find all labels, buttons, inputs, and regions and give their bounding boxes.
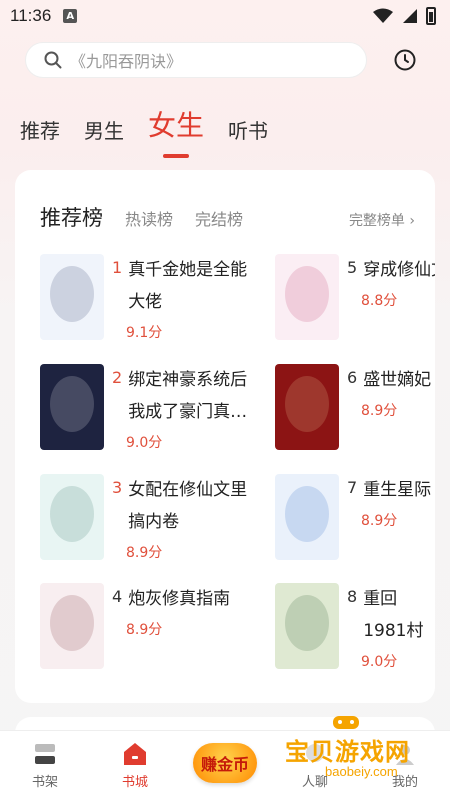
chat-icon bbox=[306, 744, 324, 762]
nav-mine-label: 我的 bbox=[391, 775, 418, 790]
cover-art bbox=[40, 364, 104, 450]
tab-audiobook[interactable]: 听书 bbox=[228, 115, 268, 144]
subtab-hot-read[interactable]: 热读榜 bbox=[125, 206, 173, 230]
book-rank: 2 bbox=[112, 368, 123, 387]
wifi-icon bbox=[373, 8, 393, 23]
book-score: 8.8分 bbox=[361, 293, 398, 309]
book-rank: 5 bbox=[347, 258, 358, 277]
book-title: 盛世嫡妃 bbox=[363, 370, 432, 390]
notification-a-icon: A bbox=[63, 9, 78, 23]
book-title: 绑定神豪系统后我成了豪门真… bbox=[128, 370, 248, 422]
clock-icon bbox=[394, 49, 416, 71]
search-icon bbox=[44, 51, 62, 69]
book-title: 穿成修仙文女配后 bbox=[363, 260, 435, 280]
cover-art bbox=[40, 583, 104, 669]
nav-bookshelf[interactable]: 书架 bbox=[10, 741, 80, 790]
ranking-card: 推荐榜 热读榜 完结榜 完整榜单 › 1 真千金她是全能大佬 9.1分 2 绑定神豪… bbox=[15, 170, 435, 703]
tab-recommend[interactable]: 推荐 bbox=[20, 115, 60, 144]
book-score: 8.9分 bbox=[361, 403, 398, 419]
cover-art bbox=[40, 474, 104, 560]
cover-art bbox=[275, 364, 339, 450]
book-title: 真千金她是全能大佬 bbox=[128, 260, 248, 312]
cover-art bbox=[275, 583, 339, 669]
book-item-8[interactable]: 8 重回1981村 9.0分 bbox=[275, 583, 435, 671]
book-item-1[interactable]: 1 真千金她是全能大佬 9.1分 bbox=[40, 254, 252, 342]
status-bar: 11:36 A bbox=[0, 0, 450, 32]
battery-icon bbox=[426, 7, 436, 25]
nav-bookstore-label: 书城 bbox=[121, 775, 148, 790]
cover-figure bbox=[50, 266, 94, 322]
book-score: 9.1分 bbox=[126, 325, 163, 341]
signal-icon bbox=[403, 9, 417, 23]
book-cover[interactable] bbox=[275, 583, 339, 669]
status-time: 11:36 bbox=[10, 6, 52, 25]
nav-mine[interactable]: 我的 bbox=[370, 741, 440, 790]
book-cover[interactable] bbox=[275, 474, 339, 560]
bookshelf-icon bbox=[35, 744, 55, 764]
book-rank: 4 bbox=[112, 587, 123, 606]
ranking-header: 推荐榜 热读榜 完结榜 完整榜单 › bbox=[40, 202, 415, 232]
cover-art bbox=[40, 254, 104, 340]
cover-figure bbox=[285, 486, 329, 542]
book-item-7[interactable]: 7 重生星际 8.9分 bbox=[275, 474, 435, 560]
cover-figure bbox=[50, 595, 94, 651]
book-cover[interactable] bbox=[40, 474, 104, 560]
earn-coins-button[interactable]: 赚金币 bbox=[193, 742, 257, 783]
category-tabs: 推荐 男生 女生 听书 bbox=[20, 104, 268, 144]
book-item-6[interactable]: 6 盛世嫡妃 8.9分 bbox=[275, 364, 435, 450]
home-icon bbox=[124, 743, 146, 765]
full-list-link[interactable]: 完整榜单 › bbox=[349, 210, 415, 230]
book-item-2[interactable]: 2 绑定神豪系统后我成了豪门真… 9.0分 bbox=[40, 364, 252, 452]
nav-chat[interactable]: 人聊 bbox=[280, 741, 350, 790]
book-rank: 1 bbox=[112, 258, 123, 277]
book-rank: 3 bbox=[112, 478, 123, 497]
book-cover[interactable] bbox=[40, 364, 104, 450]
book-cover[interactable] bbox=[40, 583, 104, 669]
cover-figure bbox=[50, 376, 94, 432]
cover-figure bbox=[285, 376, 329, 432]
book-score: 8.9分 bbox=[126, 622, 163, 638]
book-rank: 7 bbox=[347, 478, 358, 497]
book-title: 女配在修仙文里搞内卷 bbox=[128, 480, 248, 532]
book-score: 9.0分 bbox=[126, 435, 163, 451]
search-row: 《九阳吞阴诀》 bbox=[25, 42, 430, 78]
book-title: 重回1981村 bbox=[363, 589, 424, 641]
book-title: 炮灰修真指南 bbox=[128, 589, 231, 609]
book-item-4[interactable]: 4 炮灰修真指南 8.9分 bbox=[40, 583, 252, 669]
cover-figure bbox=[285, 266, 329, 322]
book-cover[interactable] bbox=[275, 364, 339, 450]
tab-female[interactable]: 女生 bbox=[148, 104, 204, 144]
tab-male[interactable]: 男生 bbox=[84, 115, 124, 144]
subtab-completed[interactable]: 完结榜 bbox=[195, 206, 243, 230]
book-score: 8.9分 bbox=[126, 545, 163, 561]
bottom-nav: 书架 书城 赚金币 人聊 我的 bbox=[0, 730, 450, 800]
cover-art bbox=[275, 474, 339, 560]
nav-bookstore[interactable]: 书城 bbox=[100, 741, 170, 790]
nav-chat-label: 人聊 bbox=[301, 775, 328, 790]
nav-earn-coins[interactable]: 赚金币 bbox=[190, 742, 260, 783]
profile-icon bbox=[396, 745, 414, 765]
book-score: 8.9分 bbox=[361, 513, 398, 529]
book-cover[interactable] bbox=[275, 254, 339, 340]
book-score: 9.0分 bbox=[361, 654, 398, 670]
book-cover[interactable] bbox=[40, 254, 104, 340]
cover-figure bbox=[285, 595, 329, 651]
nav-bookshelf-label: 书架 bbox=[31, 775, 58, 790]
history-button[interactable] bbox=[391, 46, 419, 74]
book-title: 重生星际 bbox=[363, 480, 432, 500]
book-rank: 6 bbox=[347, 368, 358, 387]
ranking-title[interactable]: 推荐榜 bbox=[40, 202, 103, 232]
book-rank: 8 bbox=[347, 587, 358, 606]
cover-art bbox=[275, 254, 339, 340]
search-input[interactable]: 《九阳吞阴诀》 bbox=[25, 42, 367, 78]
search-placeholder: 《九阳吞阴诀》 bbox=[70, 52, 183, 71]
book-item-3[interactable]: 3 女配在修仙文里搞内卷 8.9分 bbox=[40, 474, 252, 562]
book-item-5[interactable]: 5 穿成修仙文女配后 8.8分 bbox=[275, 254, 435, 340]
cover-figure bbox=[50, 486, 94, 542]
